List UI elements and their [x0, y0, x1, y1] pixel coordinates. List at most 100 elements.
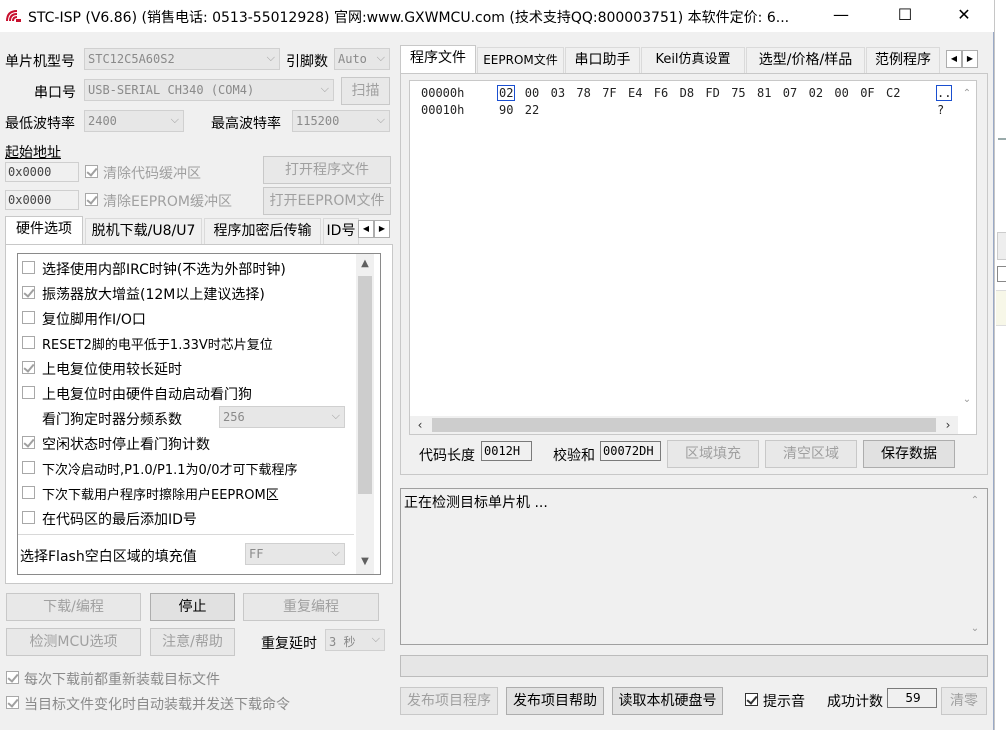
hex-byte[interactable]: 07 — [783, 86, 797, 100]
status-log[interactable]: 正在检测目标单片机 ... ⌃ ⌄ — [400, 488, 988, 645]
publish-help-button[interactable]: 发布项目帮助 — [506, 687, 604, 715]
read-disk-id-button[interactable]: 读取本机硬盘号 — [612, 687, 723, 715]
min-baud-select[interactable]: 2400 ⌵ — [84, 110, 184, 132]
tab-program-file[interactable]: 程序文件 — [400, 45, 476, 73]
tab-hardware-options[interactable]: 硬件选项 — [5, 216, 83, 244]
tab-offline-download[interactable]: 脱机下载/U8/U7 — [85, 218, 202, 244]
tab-encrypted-transfer[interactable]: 程序加密后传输 — [204, 218, 321, 244]
scroll-up-icon[interactable]: ⌃ — [967, 495, 983, 506]
chevron-down-icon: ⌵ — [371, 632, 380, 645]
option-checkbox[interactable] — [22, 511, 35, 524]
scroll-up-icon[interactable]: ▲ — [357, 258, 373, 269]
chevron-down-icon: ⌵ — [266, 51, 275, 64]
tab-left-arrow-icon[interactable]: ◀ — [358, 220, 374, 238]
hex-byte[interactable]: 03 — [551, 86, 565, 100]
clear-code-label: 清除代码缓冲区 — [103, 166, 201, 182]
chevron-down-icon: ⌵ — [320, 82, 329, 95]
close-button[interactable]: ✕ — [941, 0, 987, 32]
progress-bar — [400, 655, 988, 677]
clear-area-button[interactable]: 清空区域 — [765, 440, 857, 468]
sound-checkbox[interactable] — [745, 693, 758, 706]
scroll-down-icon[interactable]: ⌄ — [959, 394, 975, 405]
option-checkbox[interactable] — [22, 261, 35, 274]
max-baud-select[interactable]: 115200 ⌵ — [292, 110, 390, 132]
tab-selection-price[interactable]: 选型/价格/样品 — [746, 47, 865, 73]
scroll-left-icon[interactable]: ‹ — [412, 418, 428, 432]
hex-byte[interactable]: 02 — [496, 85, 516, 101]
option-label: 上电复位使用较长延时 — [42, 362, 182, 378]
publish-project-button[interactable]: 发布项目程序 — [400, 687, 498, 715]
reprogram-button[interactable]: 重复编程 — [243, 593, 379, 621]
save-data-button[interactable]: 保存数据 — [863, 440, 955, 468]
option-checkbox[interactable] — [22, 336, 35, 349]
mcu-type-select[interactable]: STC12C5A60S2 ⌵ — [84, 48, 280, 70]
hex-byte[interactable]: 22 — [525, 103, 539, 117]
tab-id-number[interactable]: ID号 — [323, 218, 359, 244]
tab-right-arrow-icon[interactable]: ▶ — [374, 220, 390, 238]
minimize-button[interactable]: — — [818, 0, 864, 32]
hex-byte[interactable]: 81 — [757, 86, 771, 100]
fill-value-select[interactable]: FF ⌵ — [245, 543, 345, 565]
hex-byte[interactable]: D8 — [680, 86, 694, 100]
hex-byte[interactable]: 00 — [525, 86, 539, 100]
option-checkbox[interactable] — [22, 286, 35, 299]
hex-byte[interactable]: C2 — [886, 86, 900, 100]
option-checkbox[interactable] — [22, 311, 35, 324]
hex-byte[interactable]: FD — [705, 86, 719, 100]
option-label: 下次下载用户程序时擦除用户EEPROM区 — [42, 488, 279, 503]
start-address-code-input[interactable]: 0x0000 — [5, 162, 79, 182]
open-program-file-button[interactable]: 打开程序文件 — [263, 156, 391, 184]
option-checkbox[interactable] — [22, 436, 35, 449]
scroll-down-icon[interactable]: ▼ — [357, 556, 373, 567]
tab-left-arrow-icon[interactable]: ◀ — [946, 50, 962, 68]
option-checkbox[interactable] — [22, 361, 35, 374]
option-checkbox[interactable] — [22, 386, 35, 399]
download-program-button[interactable]: 下载/编程 — [6, 593, 141, 621]
maximize-button[interactable]: ☐ — [882, 0, 928, 32]
scroll-right-icon[interactable]: › — [940, 418, 956, 432]
start-address-eeprom-input[interactable]: 0x0000 — [5, 190, 79, 210]
hex-byte[interactable]: 7F — [602, 86, 616, 100]
tab-keil-settings[interactable]: Keil仿真设置 — [641, 47, 745, 73]
right-tab-scroll: ◀ ▶ — [946, 50, 980, 68]
tab-eeprom-file[interactable]: EEPROM文件 — [477, 47, 564, 73]
pins-select[interactable]: Auto ⌵ — [334, 48, 390, 70]
hex-view[interactable] — [409, 80, 977, 435]
scroll-thumb[interactable] — [432, 418, 936, 432]
port-select[interactable]: USB-SERIAL CH340 (COM4) ⌵ — [84, 79, 334, 101]
scroll-thumb[interactable] — [358, 276, 372, 494]
stop-button[interactable]: 停止 — [150, 593, 235, 621]
open-eeprom-file-button[interactable]: 打开EEPROM文件 — [263, 187, 391, 215]
hex-address: 00000h — [421, 86, 465, 100]
option-checkbox[interactable] — [22, 486, 35, 499]
reload-before-download-checkbox[interactable] — [6, 671, 19, 684]
detect-mcu-button[interactable]: 检测MCU选项 — [6, 628, 141, 656]
hex-byte[interactable]: 90 — [499, 103, 513, 117]
auto-reload-checkbox[interactable] — [6, 696, 19, 709]
tab-serial-assistant[interactable]: 串口助手 — [565, 47, 640, 73]
options-scrollbar[interactable]: ▲ ▼ — [356, 254, 374, 574]
hex-byte[interactable]: 00 — [834, 86, 848, 100]
watchdog-select[interactable]: 256 ⌵ — [219, 406, 345, 428]
hex-byte[interactable]: 78 — [576, 86, 590, 100]
hex-byte[interactable]: F6 — [654, 86, 668, 100]
clear-code-checkbox[interactable] — [85, 165, 98, 178]
hex-byte[interactable]: 0F — [860, 86, 874, 100]
hex-hscrollbar[interactable]: ‹ › — [410, 416, 958, 434]
option-checkbox[interactable] — [22, 461, 35, 474]
repeat-delay-select[interactable]: 3 秒 ⌵ — [325, 629, 385, 651]
scroll-down-icon[interactable]: ⌄ — [967, 623, 983, 634]
fill-area-button[interactable]: 区域填充 — [667, 440, 759, 468]
tab-examples[interactable]: 范例程序 — [866, 47, 940, 73]
title-bar: STC-ISP (V6.86) (销售电话: 0513-55012928) 官网… — [0, 0, 994, 32]
help-button[interactable]: 注意/帮助 — [150, 628, 235, 656]
hex-byte[interactable]: E4 — [628, 86, 642, 100]
scan-button[interactable]: 扫描 — [341, 77, 390, 105]
scroll-up-icon[interactable]: ⌃ — [959, 88, 975, 99]
tab-right-arrow-icon[interactable]: ▶ — [962, 50, 978, 68]
clear-count-button[interactable]: 清零 — [941, 687, 987, 715]
hex-vscrollbar[interactable]: ⌃ ⌄ — [958, 82, 976, 416]
hex-byte[interactable]: 75 — [731, 86, 745, 100]
hex-byte[interactable]: 02 — [809, 86, 823, 100]
clear-eeprom-checkbox[interactable] — [85, 193, 98, 206]
